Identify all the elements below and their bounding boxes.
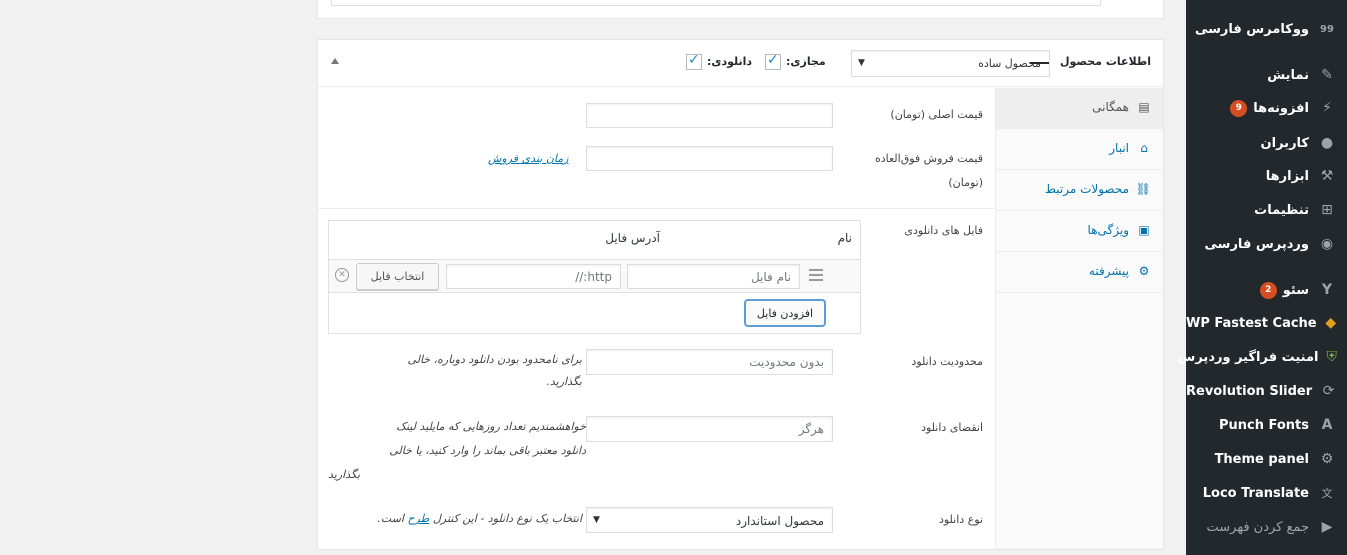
- sidebar-item-security[interactable]: امنیت فراگیر وردپرس ⛨: [1177, 340, 1347, 374]
- toggle-arrow-icon[interactable]: [331, 58, 339, 64]
- inventory-icon: ⌂: [1140, 141, 1148, 155]
- section-divider: [318, 208, 995, 209]
- download-type-description: انتخاب یک نوع دانلود - این کنترل طرح است…: [377, 512, 582, 525]
- sidebar-item-loco-translate[interactable]: Loco Translate 文: [1186, 476, 1347, 510]
- file-name-input[interactable]: نام فایل: [627, 264, 800, 289]
- previous-metabox: [317, 0, 1164, 19]
- choose-file-button[interactable]: انتخاب فایل: [356, 263, 439, 290]
- regular-price-label: قیمت اصلی (تومان): [890, 108, 983, 121]
- column-header-name: نام: [837, 231, 852, 245]
- previous-metabox-field[interactable]: [331, 0, 1101, 6]
- sidebar-item-wp-fastest-cache[interactable]: WP Fastest Cache ◆: [1186, 306, 1347, 340]
- download-limit-label: محدودیت دانلود: [911, 355, 983, 368]
- sidebar-item-users[interactable]: کاربران ●: [1186, 126, 1347, 160]
- product-type-select[interactable]: محصول ساده ▼: [851, 50, 1050, 77]
- users-icon: ●: [1320, 135, 1334, 151]
- download-limit-description: برای نامحدود بودن دانلود دوباره، خالی بگ…: [407, 353, 582, 388]
- virtual-label: مجازی:: [786, 55, 826, 68]
- sidebar-item-revolution-slider[interactable]: Revolution Slider ⟳: [1186, 374, 1347, 408]
- sidebar-item-tools[interactable]: ابزارها ⚒: [1186, 159, 1347, 193]
- seo-badge: 2: [1259, 281, 1277, 299]
- download-type-select[interactable]: محصول استاندارد ▼: [586, 507, 833, 533]
- collapse-menu-button[interactable]: جمع کردن فهرست ▶: [1186, 510, 1347, 544]
- refresh-icon: ⟳: [1322, 383, 1335, 399]
- gear-icon: ⚙: [1320, 451, 1334, 467]
- delete-file-icon[interactable]: ✕: [335, 268, 349, 282]
- chevron-down-icon: ▼: [858, 58, 865, 68]
- sidebar-item-punch-fonts[interactable]: Punch Fonts A: [1186, 408, 1347, 442]
- download-type-label: نوع دانلود: [938, 513, 983, 526]
- download-expiry-description: خواهشمندیم تعداد روزهایی که مایلید لینک …: [328, 420, 586, 481]
- drag-handle-icon[interactable]: [809, 269, 823, 281]
- cheetah-icon: ◆: [1325, 315, 1337, 331]
- virtual-checkbox[interactable]: ✓: [765, 52, 781, 70]
- tab-general[interactable]: ▤ همگانی: [996, 88, 1163, 129]
- table-row: نام فایل http:// انتخاب فایل ✕: [329, 259, 860, 293]
- sidebar-item-settings[interactable]: تنظیمات ⊞: [1186, 193, 1347, 227]
- product-data-metabox: ✓ دانلودی: ✓ مجازی: محصول ساده ▼ اطلاعات…: [317, 39, 1164, 550]
- settings-icon: ⊞: [1321, 202, 1333, 218]
- download-limit-input[interactable]: بدون محدودیت: [586, 349, 833, 375]
- tab-linked-products[interactable]: ⛓ محصولات مرتبط: [996, 170, 1163, 211]
- chevron-down-icon: ▼: [593, 515, 600, 525]
- translate-icon: 文: [1321, 487, 1333, 500]
- download-expiry-label: انقضای دانلود: [921, 421, 983, 434]
- sale-price-input[interactable]: [586, 146, 833, 171]
- tools-icon: ⚒: [1320, 168, 1334, 184]
- tab-advanced[interactable]: ⚙ پیشرفته: [996, 252, 1163, 293]
- wp-persian-icon: ◉: [1320, 236, 1334, 252]
- admin-sidebar: ووکامرس فارسی 99 نمایش ✎ 9 افزونه‌ها ⚡ ک…: [1177, 0, 1347, 555]
- sidebar-item-wp-persian[interactable]: وردپرس فارسی ◉: [1186, 227, 1347, 261]
- tab-inventory[interactable]: ⌂ انبار: [996, 129, 1163, 170]
- sidebar-item-plugins[interactable]: 9 افزونه‌ها ⚡: [1186, 91, 1347, 125]
- woo-icon: 99: [1320, 23, 1334, 35]
- add-file-button[interactable]: افزودن فایل: [745, 300, 825, 326]
- download-expiry-input[interactable]: هرگز: [586, 416, 833, 442]
- title-divider: [1030, 62, 1049, 64]
- schedule-sale-link[interactable]: زمان بندی فروش: [488, 152, 568, 165]
- sale-price-unit-label: (تومان): [948, 176, 983, 189]
- linked-products-icon: ⛓: [1135, 182, 1151, 196]
- column-header-url: آدرس فایل: [605, 231, 660, 245]
- sidebar-item-seo[interactable]: 2 سئو Y: [1186, 273, 1347, 307]
- product-data-header: ✓ دانلودی: ✓ مجازی: محصول ساده ▼ اطلاعات…: [318, 40, 1163, 87]
- collapse-icon: ▶: [1321, 519, 1333, 535]
- yoast-icon: Y: [1321, 282, 1333, 298]
- general-panel: قیمت اصلی (تومان) قیمت فروش فوق‌العاده (…: [318, 88, 995, 549]
- downloadable-label: دانلودی:: [707, 55, 753, 68]
- product-data-tabs: ▤ همگانی ⌂ انبار ⛓ محصولات مرتبط ▣ ویژگی…: [995, 88, 1163, 549]
- downloadable-checkbox[interactable]: ✓: [686, 52, 702, 70]
- regular-price-input[interactable]: [586, 103, 833, 128]
- appearance-icon: ✎: [1321, 67, 1333, 83]
- shield-icon: ⛨: [1326, 349, 1338, 365]
- tab-attributes[interactable]: ▣ ویژگی‌ها: [996, 211, 1163, 252]
- file-url-input[interactable]: http://: [446, 264, 621, 289]
- downloadable-files-table: نام آدرس فایل نام فایل http:// انتخاب فا…: [328, 220, 861, 334]
- sale-price-label: قیمت فروش فوق‌العاده: [874, 152, 983, 165]
- sidebar-item-theme-panel[interactable]: Theme panel ⚙: [1186, 442, 1347, 476]
- download-type-link[interactable]: طرح: [407, 512, 429, 525]
- product-data-title: اطلاعات محصول: [1059, 55, 1151, 68]
- sidebar-item-appearance[interactable]: نمایش ✎: [1186, 58, 1347, 92]
- advanced-icon: ⚙: [1138, 264, 1150, 278]
- sidebar-item-woocommerce-persian[interactable]: ووکامرس فارسی 99: [1186, 12, 1347, 46]
- downloadable-files-label: فایل های دانلودی: [904, 224, 983, 237]
- plugins-update-badge: 9: [1230, 99, 1248, 117]
- attributes-icon: ▣: [1138, 223, 1150, 237]
- font-icon: A: [1321, 417, 1333, 433]
- general-icon: ▤: [1138, 100, 1150, 114]
- plugins-icon: ⚡: [1322, 100, 1332, 116]
